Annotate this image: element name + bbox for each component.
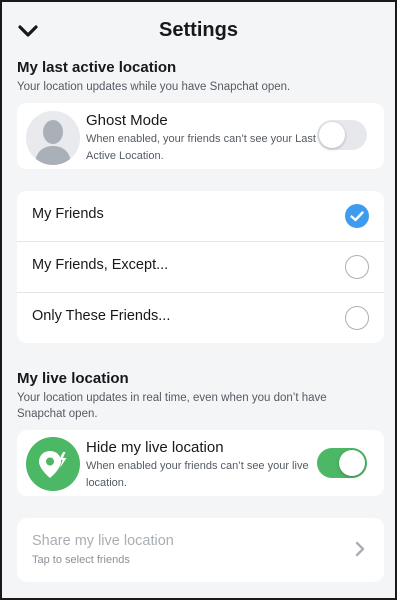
- toggle-knob: [319, 122, 345, 148]
- live-location-subtitle: Your location updates in real time, even…: [17, 392, 327, 420]
- default-avatar-icon: [26, 111, 80, 165]
- ghost-mode-description: When enabled, your friends can’t see you…: [86, 133, 316, 162]
- option-only-these-friends[interactable]: Only These Friends...: [17, 293, 384, 343]
- share-live-location-row[interactable]: Share my live location Tap to select fri…: [17, 518, 384, 582]
- live-location-heading: My live location: [17, 370, 129, 387]
- option-label: Only These Friends...: [32, 308, 171, 324]
- header: Settings: [4, 4, 393, 54]
- share-live-location-title: Share my live location: [32, 533, 174, 549]
- option-label: My Friends: [32, 206, 104, 222]
- ghost-mode-card: Ghost Mode When enabled, your friends ca…: [17, 103, 384, 169]
- radio-checked-icon: [345, 204, 369, 228]
- hide-live-location-toggle[interactable]: [317, 448, 367, 478]
- radio-unchecked-icon: [345, 255, 369, 279]
- settings-screen: Settings My last active location Your lo…: [0, 0, 397, 600]
- toggle-knob: [339, 450, 365, 476]
- page-title: Settings: [159, 19, 238, 41]
- last-active-heading: My last active location: [17, 59, 177, 76]
- last-active-subtitle: Your location updates while you have Sna…: [17, 81, 291, 93]
- option-my-friends-except[interactable]: My Friends, Except...: [17, 242, 384, 292]
- hide-live-location-card: Hide my live location When enabled your …: [17, 430, 384, 496]
- radio-unchecked-icon: [345, 306, 369, 330]
- chevron-right-icon: [355, 541, 365, 557]
- option-label: My Friends, Except...: [32, 257, 169, 273]
- ghost-mode-toggle[interactable]: [317, 120, 367, 150]
- hide-live-location-description: When enabled your friends can’t see your…: [86, 460, 309, 489]
- friends-options-card: My Friends My Friends, Except... Only Th…: [17, 191, 384, 343]
- ghost-mode-title: Ghost Mode: [86, 112, 168, 129]
- live-location-icon: [26, 437, 80, 491]
- hide-live-location-title: Hide my live location: [86, 439, 224, 456]
- share-live-location-subtitle: Tap to select friends: [32, 554, 130, 566]
- option-my-friends[interactable]: My Friends: [17, 191, 384, 241]
